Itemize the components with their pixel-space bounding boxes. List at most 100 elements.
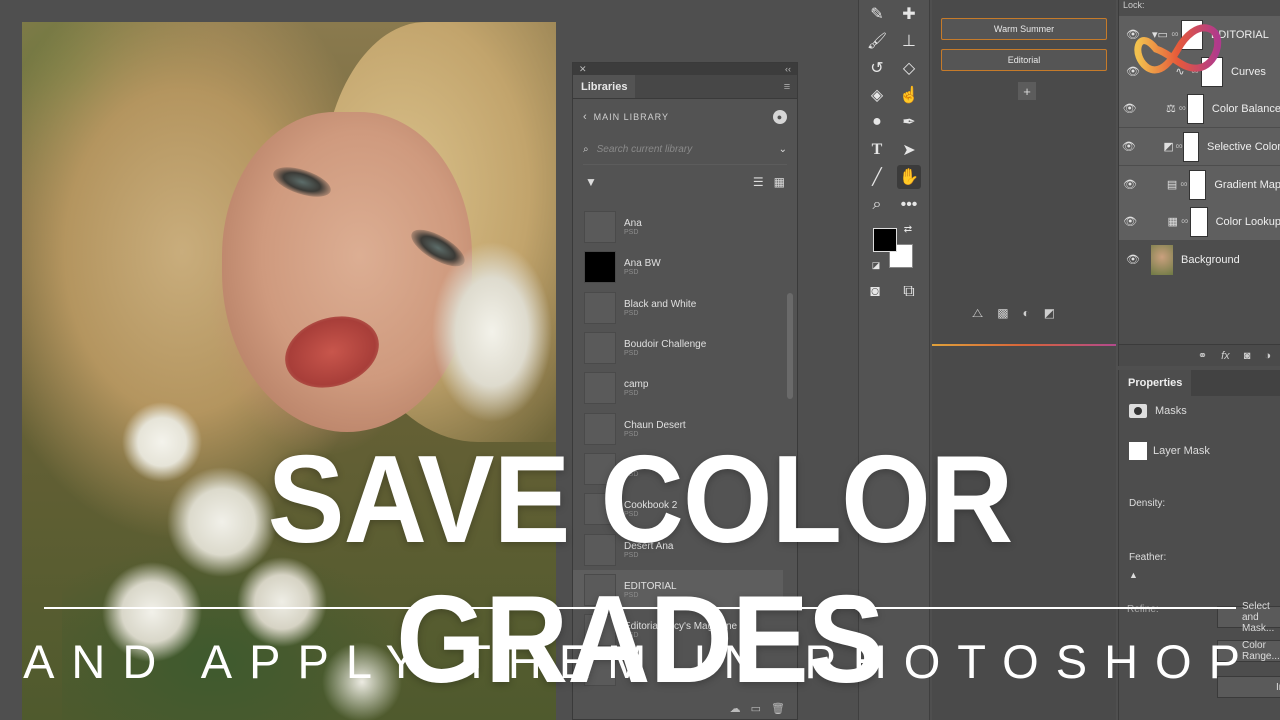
asset-name: Ana <box>624 218 642 230</box>
asset-text: Black and White PSD <box>624 299 696 317</box>
masks-label: Masks <box>1155 405 1187 417</box>
layer-name[interactable]: Curves <box>1231 66 1266 78</box>
collaborator-icon[interactable]: ● <box>773 110 787 124</box>
layer-mask-thumbnail[interactable] <box>1186 93 1204 124</box>
exposure-icon[interactable]: ◩ <box>1044 306 1055 321</box>
search-input[interactable]: Search current library <box>597 144 693 155</box>
layer-mask-thumbnail[interactable] <box>1189 206 1208 237</box>
screen-mode-icon[interactable]: ⧉ <box>897 280 921 304</box>
layer-name[interactable]: Color Balance <box>1212 103 1280 115</box>
list-item[interactable]: Boudoir Challenge PSD <box>573 328 783 368</box>
layer-row-background[interactable]: 👁 Background <box>1119 241 1280 278</box>
quick-mask-icon[interactable]: ◙ <box>863 280 887 304</box>
accent-divider <box>932 344 1116 346</box>
list-item[interactable]: camp PSD <box>573 368 783 408</box>
visibility-eye-icon[interactable]: 👁 <box>1119 178 1141 191</box>
smudge-icon[interactable]: ☝ <box>897 83 921 107</box>
eyedropper-icon[interactable]: ✎ <box>865 2 889 26</box>
layer-mask-thumbnail[interactable] <box>1183 131 1200 162</box>
eraser-icon[interactable]: ◇ <box>897 56 921 80</box>
more-tools-icon[interactable]: ••• <box>897 193 921 217</box>
paint-bucket-icon[interactable]: ◈ <box>865 83 889 107</box>
contrast-icon[interactable]: ◐ <box>1023 306 1030 321</box>
tab-properties[interactable]: Properties <box>1119 370 1191 396</box>
layer-mask-thumbnail[interactable] <box>1188 169 1207 200</box>
adjustment-layer-icon[interactable]: ◑ <box>1264 350 1271 362</box>
chevron-down-icon[interactable]: ⌄ <box>779 144 787 155</box>
layer-name[interactable]: Selective Color <box>1207 141 1280 153</box>
grid-view-icon[interactable]: ▦ <box>774 175 785 189</box>
history-brush-icon[interactable]: ↺ <box>865 56 889 80</box>
zoom-icon[interactable]: ⌕ <box>865 193 889 217</box>
library-breadcrumb[interactable]: ‹ MAIN LIBRARY ● <box>573 99 797 135</box>
link-icon[interactable]: ∞ <box>1179 179 1188 190</box>
filter-icon[interactable]: ▼ <box>585 175 597 189</box>
healing-brush-icon[interactable]: ✚ <box>897 2 921 26</box>
layer-row-color-balance[interactable]: 👁 ⚖ ∞ Color Balance <box>1119 90 1280 127</box>
asset-type: PSD <box>624 229 639 237</box>
visibility-eye-icon[interactable]: 👁 <box>1119 215 1141 228</box>
dodge-icon[interactable]: ● <box>865 110 889 134</box>
asset-name: Black and White <box>624 298 697 310</box>
layer-row-color-lookup[interactable]: 👁 ▦ ∞ Color Lookup <box>1119 203 1280 240</box>
asset-name: camp <box>624 379 649 391</box>
list-item[interactable]: Black and White PSD <box>573 288 783 328</box>
link-icon[interactable]: ∞ <box>1178 103 1187 114</box>
asset-name: Boudoir Challenge <box>624 339 707 351</box>
asset-type: PSD <box>624 309 639 317</box>
close-icon[interactable]: ✕ <box>579 64 587 75</box>
mask-icon <box>1129 404 1147 418</box>
list-item[interactable]: Ana PSD <box>573 207 783 247</box>
visibility-eye-icon[interactable]: 👁 <box>1119 140 1138 153</box>
search-icon: ⌕ <box>583 144 589 155</box>
background-thumbnail[interactable] <box>1151 244 1173 275</box>
layer-row-selective-color[interactable]: 👁 ◩ ∞ Selective Color <box>1119 128 1280 165</box>
hand-icon[interactable]: ✋ <box>897 165 921 189</box>
asset-thumbnail[interactable] <box>584 291 616 324</box>
asset-type: PSD <box>624 390 639 398</box>
line-icon[interactable]: ╱ <box>865 165 889 189</box>
foreground-color-swatch[interactable] <box>873 228 897 252</box>
collapse-icon[interactable]: ‹‹ <box>785 64 791 74</box>
asset-thumbnail[interactable] <box>584 372 616 405</box>
preset-button-editorial[interactable]: Editorial <box>941 49 1107 71</box>
fx-icon[interactable]: fx <box>1221 350 1230 362</box>
asset-thumbnail[interactable] <box>584 251 616 284</box>
asset-thumbnail[interactable] <box>584 211 616 244</box>
layer-name[interactable]: Background <box>1181 254 1240 266</box>
asset-text: camp PSD <box>624 379 648 397</box>
layer-name[interactable]: Color Lookup <box>1216 216 1280 228</box>
link-icon[interactable]: ∞ <box>1175 141 1183 152</box>
preset-button-warm-summer[interactable]: Warm Summer <box>941 18 1107 40</box>
visibility-eye-icon[interactable]: 👁 <box>1119 253 1147 266</box>
layer-name[interactable]: Gradient Map <box>1214 179 1280 191</box>
panel-menu-icon[interactable]: ≡ <box>777 75 797 98</box>
tab-libraries[interactable]: Libraries <box>573 75 635 98</box>
photoshop-workspace: ✕ ‹‹ Libraries ≡ ‹ MAIN LIBRARY ● ⌕ Sear… <box>0 0 1280 720</box>
link-icon[interactable]: ∞ <box>1180 216 1190 227</box>
link-layers-icon[interactable]: ⚭ <box>1198 349 1207 362</box>
pen-icon[interactable]: ✒ <box>897 110 921 134</box>
chevron-left-icon[interactable]: ‹ <box>583 111 588 123</box>
swap-colors-icon[interactable]: ⇄ <box>901 222 915 236</box>
visibility-eye-icon[interactable]: 👁 <box>1119 102 1140 115</box>
library-search[interactable]: ⌕ Search current library ⌄ <box>583 135 787 165</box>
asset-thumbnail[interactable] <box>584 332 616 365</box>
clone-stamp-icon[interactable]: ⊥ <box>897 29 921 53</box>
layer-row-gradient-map[interactable]: 👁 ▤ ∞ Gradient Map <box>1119 166 1280 203</box>
add-mask-icon[interactable]: ◙ <box>1244 350 1251 362</box>
brush-icon[interactable]: 🖌 <box>865 29 889 53</box>
sort-icon[interactable]: ☰ <box>753 175 764 189</box>
list-item[interactable]: Ana BW PSD <box>573 247 783 287</box>
selective-color-icon: ◩ <box>1163 141 1174 153</box>
subtitle: AND APPLY THEM IN PHOTOSHOP <box>23 635 1257 688</box>
triangles-icon[interactable]: ⧍ <box>972 306 983 321</box>
library-toolbar: ▼ ☰ ▦ <box>573 165 797 199</box>
pattern-icon[interactable]: ▩ <box>997 306 1008 321</box>
type-icon[interactable]: T <box>865 138 889 162</box>
layers-footer: ⚭ fx ◙ ◑ <box>1119 344 1280 366</box>
library-scrollbar[interactable] <box>787 293 793 399</box>
path-select-icon[interactable]: ➤ <box>897 138 921 162</box>
default-colors-icon[interactable]: ◪ <box>869 258 883 272</box>
add-preset-button[interactable]: + <box>1018 82 1036 100</box>
